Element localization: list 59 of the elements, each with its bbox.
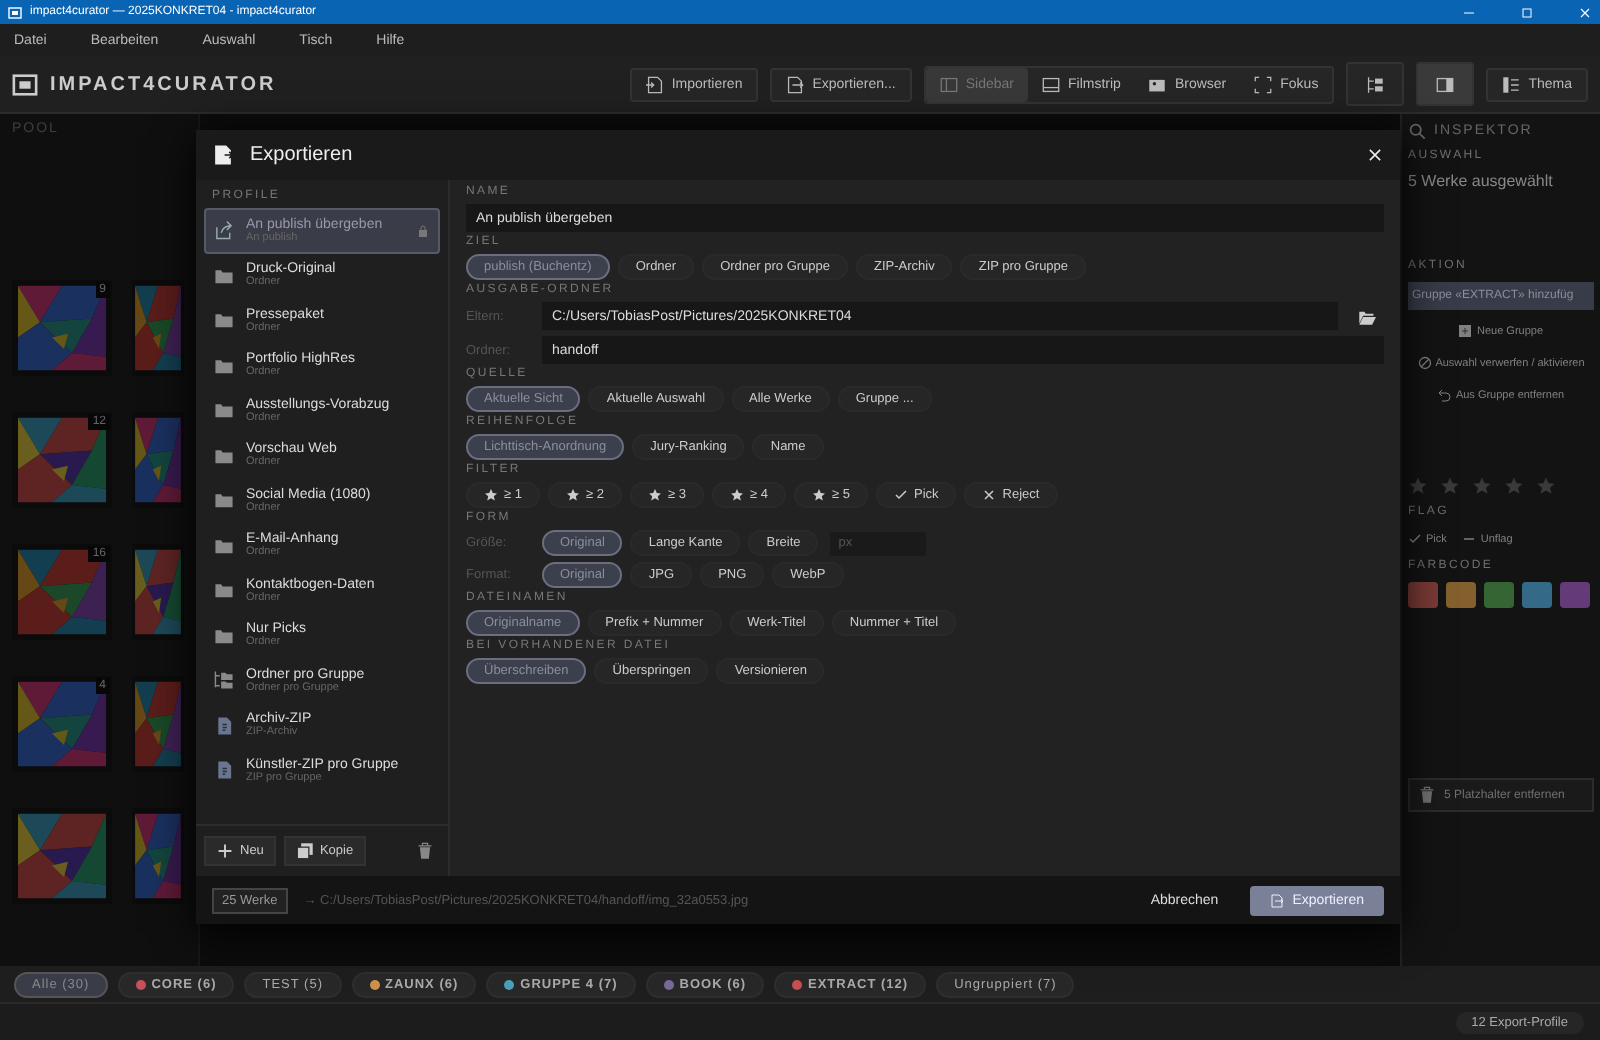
document-icon <box>212 144 234 166</box>
layout-button[interactable] <box>1416 62 1475 106</box>
tree-icon <box>1366 75 1385 93</box>
folder-icon <box>214 445 234 466</box>
color-swatch[interactable] <box>1522 582 1552 608</box>
star-icon <box>484 488 498 502</box>
export-icon <box>786 75 805 93</box>
blocked-icon <box>1417 356 1432 370</box>
layout-button[interactable] <box>1346 62 1405 106</box>
folder-icon <box>214 265 234 286</box>
check-icon <box>894 488 908 502</box>
app-name: IMPACT4CURATOR <box>50 73 277 95</box>
folder-icon <box>214 490 234 511</box>
star-icon <box>812 488 826 502</box>
theme-icon <box>1502 75 1521 93</box>
dash-icon <box>1462 532 1477 546</box>
close-button[interactable] <box>1366 146 1384 164</box>
focus-icon <box>1254 75 1273 93</box>
selection-count: 5 Werke ausgewählt <box>1408 172 1555 190</box>
folder-icon <box>214 310 234 331</box>
star-icon <box>566 488 580 502</box>
maximize-icon[interactable] <box>1520 5 1534 19</box>
file-icon <box>214 715 234 736</box>
color-swatch[interactable] <box>1446 582 1476 608</box>
filmstrip-icon <box>1042 75 1060 93</box>
star-icon <box>648 488 662 502</box>
check-icon <box>1408 532 1422 546</box>
image-icon <box>1148 75 1167 93</box>
folder-icon <box>214 580 234 601</box>
dialog-title: Exportieren <box>250 144 355 166</box>
panel-icon <box>1436 75 1455 93</box>
import-icon <box>645 75 664 93</box>
share-icon <box>214 220 234 241</box>
search-icon <box>1408 122 1426 140</box>
trash-icon <box>1418 786 1436 804</box>
sidebar-icon <box>939 75 958 93</box>
folder-tree-icon <box>214 670 234 691</box>
add-group-icon <box>1458 324 1473 338</box>
lock-icon <box>416 223 430 238</box>
logo-icon <box>12 71 38 97</box>
folder-icon <box>1358 307 1376 325</box>
color-swatch[interactable] <box>1484 582 1514 608</box>
folder-icon <box>214 400 234 421</box>
star-icon <box>730 488 744 502</box>
file-icon <box>214 760 234 781</box>
color-swatch[interactable] <box>1408 582 1438 608</box>
trash-icon <box>416 842 434 860</box>
export-icon <box>1270 893 1285 907</box>
copy-icon <box>295 842 314 860</box>
app-icon <box>8 5 22 19</box>
close-icon[interactable] <box>1578 5 1592 19</box>
folder-icon <box>214 355 234 376</box>
close-icon <box>982 488 997 502</box>
plus-icon <box>216 842 234 860</box>
undo-icon <box>1437 388 1452 402</box>
folder-icon <box>214 535 234 556</box>
color-swatch[interactable] <box>1560 582 1590 608</box>
close-icon <box>1366 146 1384 164</box>
folder-icon <box>214 625 234 646</box>
